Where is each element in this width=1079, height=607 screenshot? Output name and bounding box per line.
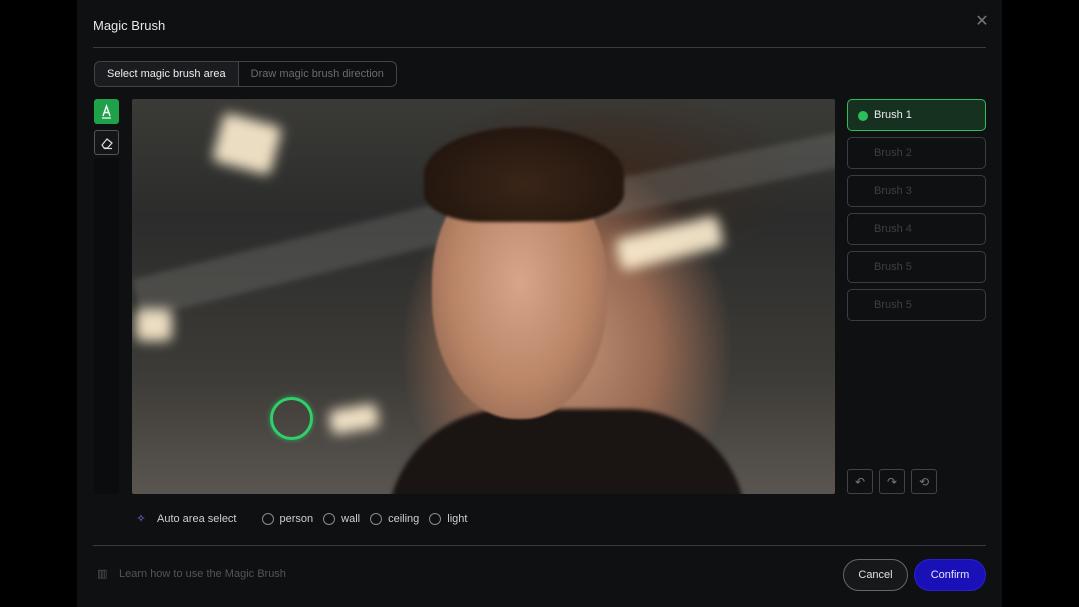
auto-select-label[interactable]: Auto area select (157, 513, 237, 525)
radio-person[interactable] (261, 513, 274, 525)
brush-label: Brush 1 (874, 109, 912, 121)
learn-link[interactable]: ▥ Learn how to use the Magic Brush (97, 568, 286, 580)
magic-wand-icon: ✧ (136, 513, 146, 525)
brush-tool-button[interactable] (94, 99, 119, 124)
ceiling-light (211, 112, 283, 176)
eraser-icon (100, 137, 113, 149)
brush-label: Brush 4 (874, 223, 912, 235)
option-person[interactable]: person (261, 513, 314, 525)
option-label: light (447, 513, 468, 525)
learn-label: Learn how to use the Magic Brush (119, 568, 286, 580)
ceiling-light (136, 309, 172, 341)
option-label: ceiling (388, 513, 420, 525)
tab-select-area[interactable]: Select magic brush area (95, 62, 239, 86)
eraser-tool-button[interactable] (94, 130, 119, 155)
toolbar-strip (94, 158, 119, 494)
brush-label: Brush 2 (874, 147, 912, 159)
person-hair (424, 127, 624, 222)
brush-item-2[interactable]: Brush 2 (847, 137, 986, 169)
brush-label: Brush 5 (874, 299, 912, 311)
radio-ceiling[interactable] (370, 513, 383, 525)
radio-light[interactable] (429, 513, 442, 525)
undo-icon: ↶ (854, 474, 866, 489)
ceiling-light (614, 214, 725, 272)
brush-label: Brush 3 (874, 185, 912, 197)
ceiling-beam (132, 199, 462, 319)
tab-draw-direction[interactable]: Draw magic brush direction (239, 62, 396, 86)
option-wall[interactable]: wall (323, 513, 360, 525)
reset-icon: ⟲ (918, 474, 930, 489)
option-light[interactable]: light (429, 513, 467, 525)
active-dot (858, 111, 868, 121)
brush-item-5[interactable]: Brush 5 (847, 251, 986, 283)
brush-icon (102, 104, 111, 119)
redo-button[interactable]: ↷ (879, 469, 905, 494)
brush-item-4[interactable]: Brush 4 (847, 213, 986, 245)
undo-button[interactable]: ↶ (847, 469, 873, 494)
brush-item-3[interactable]: Brush 3 (847, 175, 986, 207)
dialog-title: Magic Brush (93, 18, 166, 33)
confirm-button[interactable]: Confirm (914, 559, 986, 591)
option-label: person (279, 513, 314, 525)
mode-tabs: Select magic brush area Draw magic brush… (94, 61, 397, 87)
magic-brush-dialog: Magic Brush ✕ Select magic brush area Dr… (77, 0, 1002, 607)
image-canvas[interactable] (132, 99, 835, 494)
radio-wall[interactable] (323, 513, 336, 525)
brush-item-6[interactable]: Brush 5 (847, 289, 986, 321)
auto-select-row: ✧ Auto area select person wall ceiling l… (134, 512, 477, 526)
footer-divider (93, 545, 986, 546)
reset-button[interactable]: ⟲ (911, 469, 937, 494)
brush-label: Brush 5 (874, 261, 912, 273)
brush-cursor[interactable] (270, 397, 313, 440)
redo-icon: ↷ (886, 474, 898, 489)
close-icon[interactable]: ✕ (974, 14, 990, 30)
header-divider (93, 47, 986, 48)
ceiling-light (328, 403, 380, 435)
history-controls: ↶ ↷ ⟲ (847, 469, 937, 494)
cancel-button[interactable]: Cancel (843, 559, 908, 591)
book-icon: ▥ (97, 568, 108, 580)
option-label: wall (341, 513, 361, 525)
brush-item-1[interactable]: Brush 1 (847, 99, 986, 131)
person-torso (387, 409, 747, 494)
option-ceiling[interactable]: ceiling (370, 513, 419, 525)
brush-list: Brush 1 Brush 2 Brush 3 Brush 4 Brush 5 … (847, 99, 986, 327)
